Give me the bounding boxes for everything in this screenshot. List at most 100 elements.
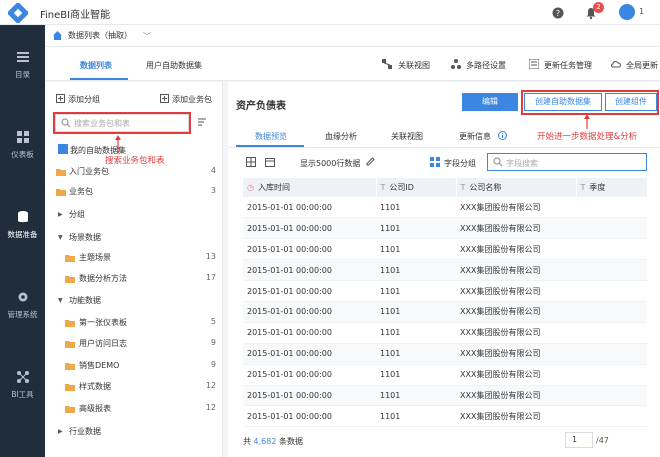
business-package-panel <box>45 82 223 457</box>
tab-data-preview[interactable]: 数据预览 <box>255 131 287 142</box>
table-row[interactable]: 2015-01-01 00:00:00 1101 XXX集团股份有限公司 <box>243 301 647 323</box>
caret-right-icon[interactable]: ▶ <box>58 428 63 435</box>
calendar-icon[interactable] <box>265 157 275 167</box>
notification-badge: 2 <box>593 2 604 13</box>
nav-item-dashboard[interactable]: 仪表板 <box>0 130 45 200</box>
svg-text:?: ? <box>556 9 560 18</box>
nav-item-data-prep[interactable]: 数据准备 <box>0 210 45 280</box>
field-group-button[interactable]: 字段分组 <box>444 158 476 169</box>
tab-update-info[interactable]: 更新信息 <box>459 131 491 142</box>
tree-item-scene[interactable]: 场景数据 <box>69 232 101 243</box>
pencil-icon[interactable] <box>366 157 375 166</box>
nav-item-admin[interactable]: 管理系统 <box>0 290 45 360</box>
table-row[interactable]: 2015-01-01 00:00:00 1101 XXX集团股份有限公司 <box>243 385 647 407</box>
nav-item-catalog[interactable]: 目录 <box>0 50 45 120</box>
tree-item-group[interactable]: 分组 <box>69 209 85 220</box>
table-cell: 1101 <box>376 343 456 365</box>
add-package-button[interactable]: 添加业务包 <box>172 94 212 105</box>
my-self-dataset[interactable]: 我的自助数据集 <box>70 145 126 156</box>
subtab-data-list[interactable]: 数据列表 <box>80 60 112 71</box>
tree-item-style-data[interactable]: 样式数据 <box>79 381 111 392</box>
tree-item-advanced-report[interactable]: 高级报表 <box>79 403 111 414</box>
tab-relation-view[interactable]: 关联视图 <box>391 131 423 142</box>
nav-item-bi-tools[interactable]: BI工具 <box>0 370 45 440</box>
table-cell: 1101 <box>376 280 456 302</box>
tree-item-theme[interactable]: 主题场景 <box>79 252 111 263</box>
tree-item-analysis[interactable]: 数据分析方法 <box>79 273 127 284</box>
table-row[interactable]: 2015-01-01 00:00:00 1101 XXX集团股份有限公司 <box>243 238 647 261</box>
tab-bar <box>45 25 660 47</box>
update-task-button[interactable]: 更新任务管理 <box>544 60 592 71</box>
folder-icon <box>65 320 75 327</box>
folder-icon <box>65 341 75 348</box>
tree-item-industry[interactable]: 行业数据 <box>69 426 101 437</box>
sort-icon[interactable] <box>197 116 209 128</box>
tree-item-access-log[interactable]: 用户访问日志 <box>79 338 127 349</box>
field-group-icon[interactable] <box>430 157 440 167</box>
task-manage-icon[interactable] <box>529 59 539 69</box>
tree-item-function[interactable]: 功能数据 <box>69 295 101 306</box>
table-cell <box>576 385 647 407</box>
home-icon[interactable] <box>52 30 63 41</box>
tree-item-sales-demo[interactable]: 销售DEMO <box>79 360 119 371</box>
folder-icon <box>65 406 75 413</box>
finebi-logo-icon[interactable] <box>8 3 28 23</box>
subtab-self-service[interactable]: 用户自助数据集 <box>146 60 202 71</box>
tree-item-intro[interactable]: 入门业务包 <box>69 166 109 177</box>
multi-path-button[interactable]: 多路径设置 <box>466 60 506 71</box>
help-icon[interactable]: ? <box>551 6 565 20</box>
user-label[interactable]: 1 <box>639 7 644 16</box>
table-row[interactable]: 2015-01-01 00:00:00 1101 XXX集团股份有限公司 <box>243 280 647 302</box>
table-cell: 2015-01-01 00:00:00 <box>243 217 376 240</box>
tab-lineage[interactable]: 血缘分析 <box>325 131 357 142</box>
subtab-active-indicator <box>70 78 128 80</box>
edit-button[interactable]: 编辑 <box>462 93 518 111</box>
column-header[interactable]: T 季度 <box>576 178 648 197</box>
table-cell: 1101 <box>376 197 456 219</box>
tree-count: 9 <box>210 338 216 347</box>
column-header[interactable]: ◷ 入库时间 <box>243 178 377 197</box>
table-row[interactable]: 2015-01-01 00:00:00 1101 XXX集团股份有限公司 <box>243 197 647 219</box>
column-header[interactable]: T 公司名称 <box>456 178 577 197</box>
tree-item-first-dash[interactable]: 第一张仪表板 <box>79 317 127 328</box>
table-cell <box>576 405 647 428</box>
folder-icon <box>65 363 75 370</box>
global-update-button[interactable]: 全局更新 <box>626 60 658 71</box>
page-number-input[interactable]: 1 <box>565 432 593 448</box>
add-package-icon[interactable] <box>160 94 169 103</box>
add-group-button[interactable]: 添加分组 <box>68 94 100 105</box>
table-row[interactable]: 2015-01-01 00:00:00 1101 XXX集团股份有限公司 <box>243 364 647 386</box>
folder-icon <box>56 189 66 196</box>
table-row[interactable]: 2015-01-01 00:00:00 1101 XXX集团股份有限公司 <box>243 259 647 282</box>
table-cell <box>576 280 647 302</box>
tab-data-list[interactable]: 数据列表（抽取） <box>68 30 132 41</box>
tab-divider <box>228 147 660 148</box>
dashboard-icon <box>16 131 29 143</box>
chevron-down-icon[interactable]: ﹀ <box>143 31 151 42</box>
tree-count: 9 <box>210 360 216 369</box>
info-icon[interactable] <box>498 131 507 140</box>
table-cell: XXX集团股份有限公司 <box>456 259 576 282</box>
table-row[interactable]: 2015-01-01 00:00:00 1101 XXX集团股份有限公司 <box>243 405 647 428</box>
table-row[interactable]: 2015-01-01 00:00:00 1101 XXX集团股份有限公司 <box>243 343 647 365</box>
table-cell: XXX集团股份有限公司 <box>456 385 576 407</box>
caret-right-icon[interactable]: ▶ <box>58 211 63 218</box>
text-type-icon: T <box>380 183 386 192</box>
caret-down-icon[interactable]: ▼ <box>58 297 63 304</box>
relation-view-icon[interactable] <box>382 59 392 69</box>
table-row[interactable]: 2015-01-01 00:00:00 1101 XXX集团股份有限公司 <box>243 217 647 240</box>
grid-view-icon[interactable] <box>246 157 256 167</box>
caret-down-icon[interactable]: ▼ <box>58 234 63 241</box>
add-group-icon[interactable] <box>56 94 65 103</box>
folder-icon <box>65 255 75 262</box>
column-header[interactable]: T 公司ID <box>376 178 457 197</box>
cloud-update-icon[interactable] <box>611 59 621 69</box>
table-row[interactable]: 2015-01-01 00:00:00 1101 XXX集团股份有限公司 <box>243 322 647 344</box>
relation-view-button[interactable]: 关联视图 <box>398 60 430 71</box>
table-cell: XXX集团股份有限公司 <box>456 364 576 386</box>
folder-icon <box>65 384 75 391</box>
tree-item-package[interactable]: 业务包 <box>69 186 93 197</box>
table-cell: XXX集团股份有限公司 <box>456 343 576 365</box>
user-avatar[interactable] <box>619 4 635 20</box>
multi-path-icon[interactable] <box>451 59 461 69</box>
